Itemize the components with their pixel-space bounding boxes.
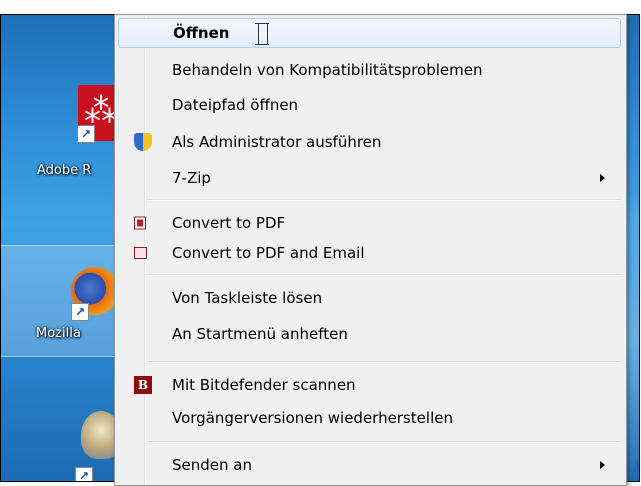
- menu-separator: [147, 361, 621, 363]
- cropped-caption: [0, 0, 641, 14]
- menu-item-label: Convert to PDF: [172, 214, 286, 232]
- menu-item-run-as-admin[interactable]: Als Administrator ausführen: [118, 127, 621, 157]
- menu-item-label: An Startmenü anheften: [172, 325, 348, 343]
- menu-item-compatibility[interactable]: Behandeln von Kompatibilitätsproblemen: [118, 55, 621, 85]
- shortcut-arrow-icon: ↗: [75, 467, 93, 481]
- menu-item-label: Dateipfad öffnen: [172, 96, 299, 114]
- menu-separator: [147, 199, 621, 201]
- pdf-email-icon: [134, 247, 147, 259]
- menu-item-label: Öffnen: [173, 24, 230, 42]
- menu-item-label: Als Administrator ausführen: [172, 133, 382, 151]
- pdf-icon: [134, 216, 146, 230]
- menu-item-bitdefender-scan[interactable]: B Mit Bitdefender scannen: [118, 370, 621, 400]
- shortcut-arrow-icon: ↗: [77, 125, 95, 143]
- menu-item-restore-versions[interactable]: Vorgängerversionen wiederherstellen: [118, 403, 621, 433]
- menu-item-pin-start[interactable]: An Startmenü anheften: [118, 319, 621, 349]
- menu-item-unpin-taskbar[interactable]: Von Taskleiste lösen: [118, 283, 621, 313]
- menu-item-convert-pdf[interactable]: Convert to PDF: [118, 208, 621, 238]
- menu-item-open[interactable]: Öffnen: [118, 18, 621, 48]
- submenu-arrow-icon: [600, 174, 605, 182]
- text-cursor-icon: [255, 23, 269, 45]
- menu-item-label: Mit Bitdefender scannen: [172, 376, 356, 394]
- shortcut-arrow-icon: ↗: [71, 303, 89, 321]
- context-menu: Öffnen Behandeln von Kompatibilitätsprob…: [114, 14, 627, 486]
- shield-icon: [134, 133, 152, 151]
- menu-separator: [147, 441, 621, 443]
- desktop-icon-label: Mozilla: [36, 326, 81, 341]
- bitdefender-icon: B: [134, 376, 152, 394]
- menu-item-convert-pdf-email[interactable]: Convert to PDF and Email: [118, 238, 621, 268]
- menu-item-label: Senden an: [172, 456, 252, 474]
- menu-item-7zip[interactable]: 7-Zip: [118, 163, 621, 193]
- menu-item-label: Von Taskleiste lösen: [172, 289, 323, 307]
- menu-item-label: 7-Zip: [172, 169, 211, 187]
- menu-item-label: Vorgängerversionen wiederherstellen: [172, 409, 453, 427]
- menu-item-open-file-location[interactable]: Dateipfad öffnen: [118, 90, 621, 120]
- submenu-arrow-icon: [600, 461, 605, 469]
- menu-item-label: Convert to PDF and Email: [172, 244, 365, 262]
- menu-separator: [147, 274, 621, 276]
- desktop-icon-label: Adobe R: [37, 163, 92, 178]
- menu-item-send-to[interactable]: Senden an: [118, 450, 621, 480]
- menu-item-label: Behandeln von Kompatibilitätsproblemen: [172, 61, 483, 79]
